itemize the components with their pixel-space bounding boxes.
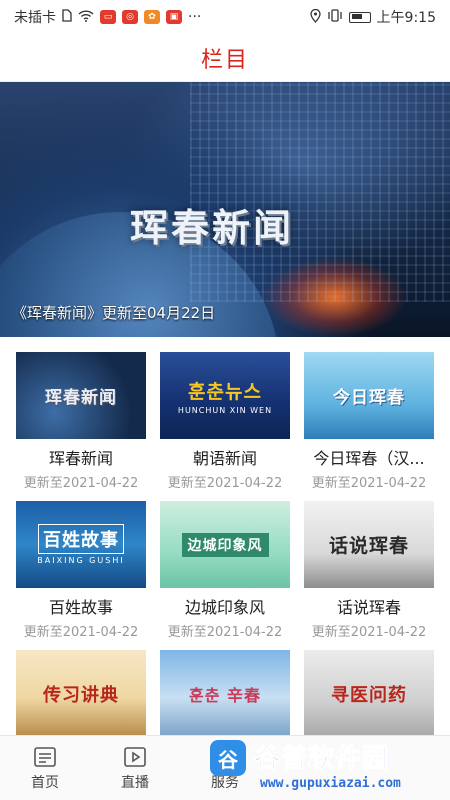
program-card[interactable]: 珲春新闻 珲春新闻 更新至2021-04-22 — [16, 352, 146, 491]
home-icon — [32, 745, 58, 769]
program-card[interactable]: 寻医问药 — [304, 650, 434, 737]
thumbnail-text: 훈춘뉴스 — [188, 380, 262, 403]
program-thumbnail: 百姓故事 BAIXING GUSHI — [16, 501, 146, 588]
thumbnail-text: 传习讲典 — [43, 684, 119, 706]
battery-icon — [348, 11, 371, 23]
program-title: 今日珲春（汉... — [313, 449, 425, 468]
program-updated: 更新至2021-04-22 — [311, 625, 427, 640]
watermark-title: 谷普软件园 — [253, 744, 390, 775]
thumbnail-text: 珲春新闻 — [45, 388, 117, 408]
program-updated: 更新至2021-04-22 — [23, 476, 139, 491]
program-thumbnail: 边城印象风 — [160, 501, 290, 588]
program-updated: 更新至2021-04-22 — [167, 625, 283, 640]
program-title: 百姓故事 — [48, 598, 113, 617]
program-card[interactable]: 훈춘 辛春 — [160, 650, 290, 737]
program-card[interactable]: 百姓故事 BAIXING GUSHI 百姓故事 更新至2021-04-22 — [16, 501, 146, 640]
app-icon: ▣ — [166, 10, 182, 24]
program-title: 朝语新闻 — [192, 449, 257, 468]
program-updated: 更新至2021-04-22 — [311, 476, 427, 491]
header: 栏目 — [0, 34, 450, 82]
program-card[interactable]: 今日珲春 今日珲春（汉... 更新至2021-04-22 — [304, 352, 434, 491]
vibrate-icon — [327, 9, 343, 25]
program-grid: 珲春新闻 珲春新闻 更新至2021-04-22 훈춘뉴스 HUNCHUN XIN… — [16, 352, 434, 737]
banner-image-title: 珲春新闻 — [130, 206, 295, 250]
status-bar: 未插卡 ▭ ◎ ✿ ▣ ··· 上午9:15 — [0, 0, 450, 34]
app-icon: ✿ — [144, 10, 160, 24]
program-thumbnail: 훈춘뉴스 HUNCHUN XIN WEN — [160, 352, 290, 439]
thumbnail-text: 百姓故事 — [38, 524, 124, 554]
program-thumbnail: 传习讲典 — [16, 650, 146, 737]
nav-label: 首页 — [31, 774, 59, 791]
location-icon — [309, 8, 321, 26]
live-icon — [122, 745, 148, 769]
nav-item-live[interactable]: 直播 — [90, 736, 180, 800]
program-updated: 更新至2021-04-22 — [167, 476, 283, 491]
program-thumbnail: 话说珲春 — [304, 501, 434, 588]
thumbnail-text: 훈춘 辛春 — [188, 685, 261, 705]
thumbnail-subtext: BAIXING GUSHI — [37, 556, 125, 565]
program-title: 珲春新闻 — [48, 449, 113, 468]
program-updated: 更新至2021-04-22 — [23, 625, 139, 640]
program-title: 边城印象风 — [184, 598, 265, 617]
banner-grid-graphic — [190, 82, 450, 302]
clock: 上午9:15 — [376, 10, 436, 26]
more-notifications-icon: ··· — [188, 9, 202, 25]
program-thumbnail: 珲春新闻 — [16, 352, 146, 439]
program-title: 话说珲春 — [336, 598, 401, 617]
wifi-icon — [78, 9, 94, 25]
watermark-logo: 谷 — [210, 740, 246, 776]
program-thumbnail: 寻医问药 — [304, 650, 434, 737]
app-icon: ◎ — [122, 10, 138, 24]
program-card[interactable]: 边城印象风 边城印象风 更新至2021-04-22 — [160, 501, 290, 640]
carrier-text: 未插卡 — [14, 10, 56, 26]
nav-label: 直播 — [121, 774, 149, 791]
program-thumbnail: 今日珲春 — [304, 352, 434, 439]
sim-icon — [62, 9, 72, 25]
featured-banner[interactable]: 珲春新闻 《珲春新闻》更新至04月22日 — [0, 82, 450, 337]
program-card[interactable]: 传习讲典 — [16, 650, 146, 737]
banner-caption: 《珲春新闻》更新至04月22日 — [12, 304, 216, 322]
program-card[interactable]: 훈춘뉴스 HUNCHUN XIN WEN 朝语新闻 更新至2021-04-22 — [160, 352, 290, 491]
nav-item-home[interactable]: 首页 — [0, 736, 90, 800]
program-card[interactable]: 话说珲春 话说珲春 更新至2021-04-22 — [304, 501, 434, 640]
thumbnail-text: 边城印象风 — [181, 532, 269, 557]
thumbnail-text: 寻医问药 — [331, 684, 407, 706]
thumbnail-text: 话说珲春 — [328, 535, 409, 557]
program-thumbnail: 훈춘 辛春 — [160, 650, 290, 737]
watermark-url: www.gupuxiazai.com — [260, 776, 401, 791]
thumbnail-subtext: HUNCHUN XIN WEN — [177, 405, 273, 415]
watermark: 谷 谷普软件园 www.gupuxiazai.com — [210, 738, 450, 796]
app-icon: ▭ — [100, 10, 116, 24]
thumbnail-text: 今日珲春 — [333, 388, 405, 408]
page-title: 栏目 — [200, 47, 249, 73]
